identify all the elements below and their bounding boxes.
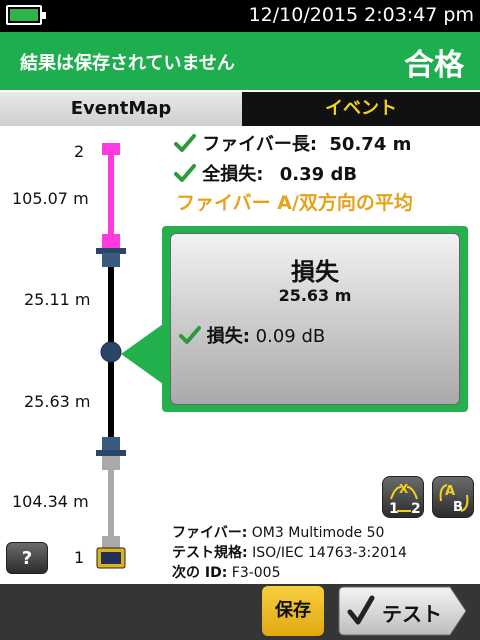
test-standard-value: ISO/IEC 14763-3:2014 <box>252 545 407 561</box>
event-popup[interactable]: 損失 25.63 m 損失: 0.09 dB <box>162 226 468 412</box>
tab-bar: EventMap イベント <box>0 92 480 126</box>
popup-distance: 25.63 m <box>278 286 352 305</box>
total-loss-label: 全損失: <box>202 164 264 185</box>
launch-connector-bottom <box>102 234 120 248</box>
splice-event[interactable] <box>100 341 122 363</box>
connector-event-1[interactable] <box>96 248 126 267</box>
swap-ab-button[interactable]: A B <box>432 476 474 518</box>
result-message: 結果は保存されていません <box>20 53 235 74</box>
launch-connector-top <box>102 143 120 155</box>
svg-text:B: B <box>453 500 463 515</box>
fiber-length-label: ファイバー長: <box>202 134 318 155</box>
tab-events[interactable]: イベント <box>242 92 480 126</box>
bottom-toolbar: 保存 テスト <box>0 584 480 640</box>
fiber-type-label: ファイバー: <box>172 525 248 541</box>
tester-icon <box>96 547 126 569</box>
swap-ends-button[interactable]: 1 2 X <box>382 476 424 518</box>
swap-ends-icon: 1 2 X <box>389 482 421 517</box>
tail-connector-mid <box>102 536 120 548</box>
average-note: ファイバー A/双方向の平均 <box>176 192 413 214</box>
segment-length-2: 25.11 m <box>24 290 91 309</box>
total-loss-line: 全損失: 0.39 dB <box>174 160 357 186</box>
fiber-type-value: OM3 Multimode 50 <box>251 525 385 541</box>
segment-length-1: 105.07 m <box>12 189 89 208</box>
test-standard-label: テスト規格: <box>172 545 248 561</box>
check-icon <box>174 164 196 182</box>
fiber-type-line: ファイバー: OM3 Multimode 50 <box>172 522 384 542</box>
popup-title: 損失 <box>291 258 339 286</box>
test-standard-line: テスト規格: ISO/IEC 14763-3:2014 <box>172 542 407 562</box>
battery-icon <box>6 5 46 25</box>
connector-label-top: 2 <box>74 142 85 161</box>
swap-ab-icon: A B <box>439 484 469 515</box>
check-icon <box>179 326 201 344</box>
tail-fiber <box>108 470 114 542</box>
test-button[interactable]: テスト <box>338 586 468 636</box>
connector-label-bottom: 1 <box>74 548 85 567</box>
status-bar: 12/10/2015 2:03:47 pm <box>0 0 480 32</box>
save-button[interactable]: 保存 <box>262 586 324 636</box>
svg-text:2: 2 <box>411 501 421 517</box>
popup-loss-label: 損失: <box>206 326 250 347</box>
tab-eventmap[interactable]: EventMap <box>0 92 242 126</box>
next-id-label: 次の ID: <box>172 565 228 581</box>
help-button[interactable]: ? <box>6 542 48 574</box>
status-datetime: 12/10/2015 2:03:47 pm <box>248 4 474 26</box>
result-verdict: 合格 <box>404 48 464 83</box>
total-loss-value: 0.39 dB <box>279 164 358 185</box>
svg-text:A: A <box>445 484 455 499</box>
segment-length-4: 104.34 m <box>12 492 89 511</box>
popup-loss-value: 0.09 dB <box>255 326 326 347</box>
popup-pointer <box>121 324 163 384</box>
next-id-line: 次の ID: F3-005 <box>172 562 281 582</box>
test-button-label: テスト <box>382 602 442 626</box>
svg-text:1: 1 <box>389 501 399 517</box>
launch-fiber <box>108 154 114 240</box>
event-popup-body: 損失 25.63 m 損失: 0.09 dB <box>170 233 460 405</box>
popup-loss-line: 損失: 0.09 dB <box>179 322 325 348</box>
fiber-length-line: ファイバー長: 50.74 m <box>174 130 411 156</box>
next-id-value: F3-005 <box>231 565 281 581</box>
svg-text:X: X <box>399 482 409 496</box>
fiber-length-value: 50.74 m <box>329 134 412 155</box>
segment-length-3: 25.63 m <box>24 392 91 411</box>
check-icon <box>174 134 196 152</box>
connector-event-2[interactable] <box>96 437 126 456</box>
tail-connector-top <box>102 456 120 470</box>
result-header: 結果は保存されていません 合格 <box>0 32 480 90</box>
